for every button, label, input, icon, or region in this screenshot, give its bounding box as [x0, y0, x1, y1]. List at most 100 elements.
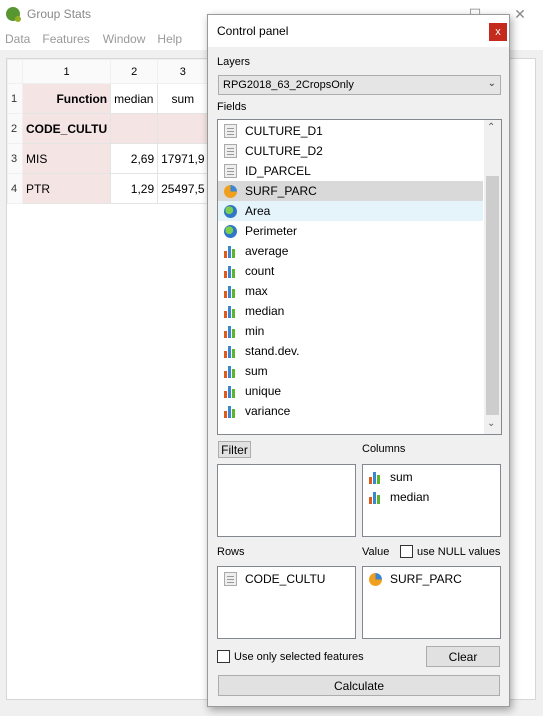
columns-box[interactable]: sum median: [362, 464, 501, 537]
globe-icon: [224, 224, 237, 238]
chevron-down-icon: ⌄: [487, 78, 496, 89]
field-item-label: Area: [245, 204, 271, 218]
scroll-down-icon[interactable]: ⌄: [487, 418, 495, 429]
field-item-label: unique: [245, 384, 282, 398]
fields-list[interactable]: CULTURE_D1 CULTURE_D2 ID_PARCEL SURF_PARC Ar…: [217, 119, 502, 435]
field-item[interactable]: CULTURE_D1: [218, 121, 483, 141]
value-box[interactable]: SURF_PARC: [362, 566, 501, 639]
bars-icon: [224, 284, 237, 298]
field-item[interactable]: max: [218, 281, 483, 301]
field-item-label: min: [245, 324, 265, 338]
table-cell[interactable]: 17971,9: [157, 143, 209, 174]
table-row: 1 Function median sum: [7, 83, 209, 114]
list-item[interactable]: median: [363, 487, 500, 507]
table-row: 3 MIS 2,69 17971,9: [7, 143, 209, 174]
column-header[interactable]: 2: [110, 59, 159, 84]
globe-icon: [224, 204, 237, 218]
table-cell[interactable]: [157, 113, 209, 144]
corner-cell: [7, 59, 23, 84]
rows-box[interactable]: CODE_CULTU: [217, 566, 356, 639]
table-cell[interactable]: median: [110, 83, 159, 114]
use-null-checkbox[interactable]: [400, 545, 413, 558]
bars-icon: [224, 404, 237, 418]
menu-help[interactable]: Help: [152, 32, 187, 46]
control-panel: Control panel x Layers RPG2018_63_2Crops…: [207, 14, 510, 707]
scroll-up-icon[interactable]: ⌃: [487, 122, 495, 133]
table-cell[interactable]: [110, 113, 159, 144]
field-item[interactable]: Perimeter: [218, 221, 483, 241]
filter-box[interactable]: [217, 464, 356, 537]
row-header[interactable]: 2: [7, 113, 23, 144]
qgis-logo-icon: [6, 7, 21, 22]
menu-data[interactable]: Data: [0, 32, 35, 46]
field-item-label: sum: [245, 364, 268, 378]
bars-icon: [369, 490, 382, 504]
field-item-label: SURF_PARC: [245, 184, 317, 198]
app-title: Group Stats: [27, 7, 92, 21]
fields-container: CULTURE_D1 CULTURE_D2 ID_PARCEL SURF_PARC Ar…: [218, 121, 501, 421]
list-item[interactable]: sum: [363, 467, 500, 487]
column-header[interactable]: 1: [21, 59, 112, 84]
table-row: 4 PTR 1,29 25497,5: [7, 173, 209, 204]
columns-label: Columns: [362, 443, 406, 455]
menu-window[interactable]: Window: [98, 32, 151, 46]
table-cell[interactable]: CODE_CULTU: [21, 113, 112, 144]
control-panel-titlebar: Control panel x: [208, 15, 509, 47]
column-header[interactable]: 3: [157, 59, 209, 84]
field-item[interactable]: count: [218, 261, 483, 281]
calculate-button[interactable]: Calculate: [218, 675, 500, 696]
fields-scrollbar[interactable]: ⌃ ⌄: [484, 120, 501, 434]
field-item[interactable]: unique: [218, 381, 483, 401]
control-panel-title: Control panel: [217, 24, 289, 38]
use-null-label: use NULL values: [417, 546, 501, 558]
list-item[interactable]: CODE_CULTU: [218, 569, 355, 589]
doc-icon: [224, 572, 237, 586]
bars-icon: [224, 324, 237, 338]
menu-features[interactable]: Features: [37, 32, 94, 46]
doc-icon: [224, 144, 237, 158]
pie-icon: [369, 572, 382, 586]
field-item-label: count: [245, 264, 275, 278]
table-cell[interactable]: 2,69: [110, 143, 159, 174]
table-cell[interactable]: PTR: [21, 173, 112, 204]
row-header[interactable]: 3: [7, 143, 23, 174]
field-item-label: max: [245, 284, 268, 298]
layer-select[interactable]: RPG2018_63_2CropsOnly ⌄: [218, 75, 501, 95]
field-item[interactable]: Area: [218, 201, 483, 221]
scroll-thumb[interactable]: [486, 176, 499, 415]
field-item[interactable]: stand.dev.: [218, 341, 483, 361]
clear-button[interactable]: Clear: [426, 646, 500, 667]
column-item-label: median: [390, 490, 430, 504]
table-cell[interactable]: sum: [157, 83, 209, 114]
field-item-label: Perimeter: [245, 224, 298, 238]
field-item[interactable]: min: [218, 321, 483, 341]
list-item[interactable]: SURF_PARC: [363, 569, 500, 589]
value-item-label: SURF_PARC: [390, 572, 462, 586]
field-item-label: CULTURE_D2: [245, 144, 323, 158]
bars-icon: [224, 344, 237, 358]
table-cell[interactable]: MIS: [21, 143, 112, 174]
doc-icon: [224, 164, 237, 178]
field-item[interactable]: ID_PARCEL: [218, 161, 483, 181]
field-item-label: variance: [245, 404, 291, 418]
table-cell[interactable]: 25497,5: [157, 173, 209, 204]
field-item-label: median: [245, 304, 285, 318]
table-cell[interactable]: Function: [21, 83, 112, 114]
rows-label: Rows: [217, 546, 245, 558]
field-item[interactable]: variance: [218, 401, 483, 421]
field-item[interactable]: SURF_PARC: [218, 181, 483, 201]
control-panel-close-button[interactable]: x: [489, 23, 507, 41]
table-cell[interactable]: 1,29: [110, 173, 159, 204]
field-item[interactable]: average: [218, 241, 483, 261]
filter-button[interactable]: Filter: [218, 441, 251, 458]
field-item[interactable]: median: [218, 301, 483, 321]
row-header[interactable]: 1: [7, 83, 23, 114]
bars-icon: [224, 244, 237, 258]
field-item[interactable]: sum: [218, 361, 483, 381]
column-header-row: 1 2 3: [7, 59, 209, 84]
field-item-label: CULTURE_D1: [245, 124, 323, 138]
bars-icon: [224, 304, 237, 318]
only-selected-checkbox[interactable]: [217, 650, 230, 663]
row-header[interactable]: 4: [7, 173, 23, 204]
field-item[interactable]: CULTURE_D2: [218, 141, 483, 161]
